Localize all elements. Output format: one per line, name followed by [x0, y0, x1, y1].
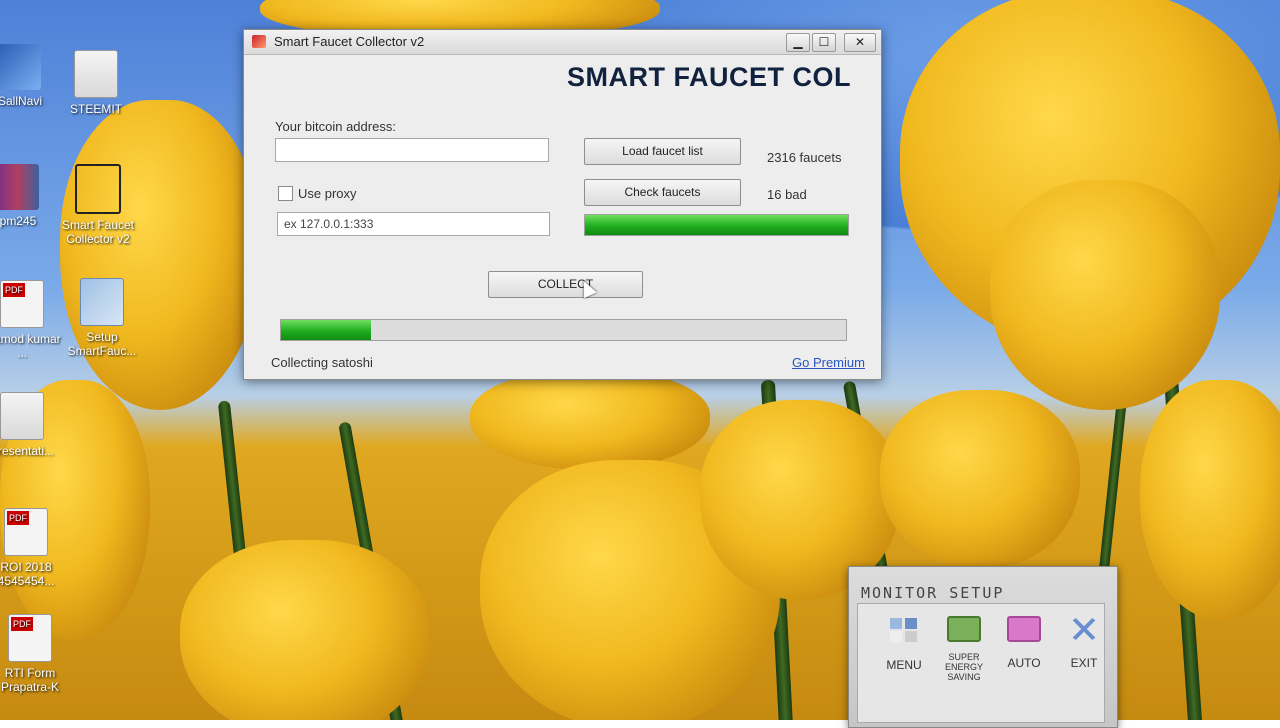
desktop-icon-roi[interactable]: ROI 2018 4545454...: [0, 508, 66, 588]
osd-label: SUPER ENERGY SAVING: [944, 652, 983, 682]
desktop-icon-rti-form[interactable]: RTI Form Prapatra-K: [0, 614, 70, 694]
pdf-icon: [0, 280, 44, 328]
menu-grid-icon: [888, 616, 920, 644]
title-bar[interactable]: Smart Faucet Collector v2 ▁ ☐ ✕: [244, 30, 881, 55]
tulip-flower: [990, 180, 1220, 410]
close-button[interactable]: ✕: [844, 33, 876, 52]
osd-exit-button[interactable]: EXIT: [1054, 616, 1114, 670]
archive-icon: [0, 164, 39, 210]
desktop-icon-label: Presentati...: [0, 444, 55, 458]
tulip-flower: [470, 370, 710, 470]
osd-title: MONITOR SETUP: [861, 584, 1005, 602]
tulip-flower: [60, 100, 260, 410]
app-logo-icon: [252, 35, 266, 48]
check-progress-fill: [585, 215, 848, 235]
presentation-icon: [0, 392, 44, 440]
minimize-button[interactable]: ▁: [786, 33, 810, 52]
desktop-icon-label: Smart Faucet Collector v2: [61, 218, 135, 246]
osd-label: MENU: [886, 658, 922, 672]
desktop-icon-pm245[interactable]: pm245: [0, 164, 58, 228]
maximize-button[interactable]: ☐: [812, 33, 836, 52]
desktop-icon-pramod[interactable]: pramod kumar ...: [0, 280, 62, 360]
app-window: Smart Faucet Collector v2 ▁ ☐ ✕ SMART FA…: [243, 29, 882, 380]
use-proxy-checkbox[interactable]: [278, 186, 293, 201]
monitor-osd: MONITOR SETUP MENU SUPER ENERGY SAVING A…: [848, 566, 1118, 728]
cart-icon: [75, 164, 121, 214]
desktop-icon-label: ROI 2018 4545454...: [0, 560, 55, 588]
faucet-count: 2316 faucets: [767, 150, 842, 165]
auto-icon: [1007, 616, 1041, 642]
document-icon: [74, 50, 118, 98]
tulip-flower: [180, 540, 430, 720]
window-title: Smart Faucet Collector v2: [274, 34, 425, 49]
desktop-icon-setup[interactable]: Setup SmartFauc...: [62, 278, 142, 358]
desktop-icon-label: pramod kumar ...: [0, 332, 61, 360]
app-header-title: SMART FAUCET COL: [567, 62, 851, 92]
leaf-icon: [947, 616, 981, 642]
osd-auto-button[interactable]: AUTO: [994, 616, 1054, 670]
tulip-flower: [880, 390, 1080, 570]
go-premium-link[interactable]: Go Premium: [792, 355, 865, 370]
pdf-icon: [8, 614, 52, 662]
osd-panel: MENU SUPER ENERGY SAVING AUTO EXIT: [857, 603, 1105, 723]
desktop-icon-label: STEEMIT: [69, 102, 122, 116]
use-proxy-label: Use proxy: [298, 186, 357, 201]
desktop-icon-steemit[interactable]: STEEMIT: [56, 50, 136, 116]
desktop-icon-label: pm245: [0, 214, 37, 228]
status-text: Collecting satoshi: [271, 355, 373, 370]
osd-energy-button[interactable]: SUPER ENERGY SAVING: [934, 616, 994, 682]
pdf-icon: [4, 508, 48, 556]
desktop-icon-smart-faucet[interactable]: Smart Faucet Collector v2: [58, 164, 138, 246]
bitcoin-address-input[interactable]: [275, 138, 549, 162]
collect-progress-bar: [280, 319, 847, 341]
desktop-icon-sallnavi[interactable]: SallNavi: [0, 44, 60, 108]
collect-button[interactable]: COLLECT: [488, 271, 643, 298]
check-faucets-button[interactable]: Check faucets: [584, 179, 741, 206]
bitcoin-address-label: Your bitcoin address:: [275, 119, 396, 134]
proxy-input[interactable]: [277, 212, 550, 236]
osd-label: AUTO: [1007, 656, 1041, 670]
load-faucet-list-button[interactable]: Load faucet list: [584, 138, 741, 165]
exit-arrow-icon: [1069, 616, 1099, 642]
desktop-icon-label: SallNavi: [0, 94, 42, 108]
installer-icon: [80, 278, 124, 326]
tulip-flower: [1140, 380, 1280, 620]
osd-menu-button[interactable]: MENU: [874, 616, 934, 672]
app-icon: [0, 44, 41, 90]
osd-label: EXIT: [1070, 656, 1098, 670]
bad-count: 16 bad: [767, 187, 807, 202]
desktop-icon-presentation[interactable]: Presentati...: [0, 392, 62, 458]
desktop-icon-label: RTI Form Prapatra-K: [0, 666, 60, 694]
desktop-icon-label: Setup SmartFauc...: [67, 330, 137, 358]
collect-progress-fill: [281, 320, 372, 340]
check-progress-bar: [584, 214, 849, 236]
